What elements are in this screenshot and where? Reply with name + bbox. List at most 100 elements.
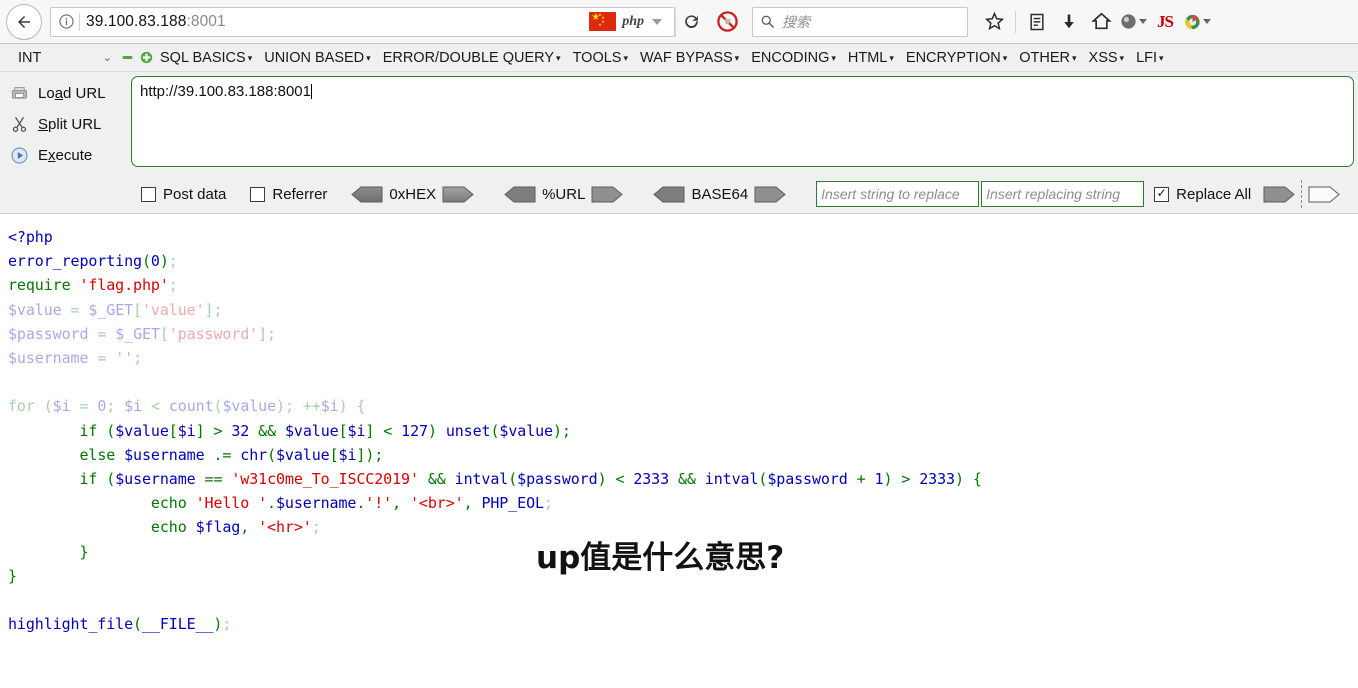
- extension-icon[interactable]: [1183, 7, 1211, 37]
- referrer-label: Referrer: [272, 185, 328, 203]
- url-bar[interactable]: 39.100.83.188:8001 ★ ★ ★ ★ ★ php: [50, 6, 675, 37]
- noscript-button[interactable]: [710, 10, 744, 33]
- encoder-label-url: %URL: [542, 185, 586, 203]
- menu-label: TOOLS: [572, 49, 622, 66]
- menu-lfi[interactable]: LFI ▾: [1130, 50, 1169, 66]
- encoder-group-url: %URL: [504, 185, 624, 203]
- home-icon[interactable]: [1087, 7, 1115, 37]
- menu-label: UNION BASED: [264, 49, 365, 66]
- toolbar-divider: [1301, 180, 1303, 208]
- menu-sql-basics[interactable]: SQL BASICS ▾: [154, 50, 258, 66]
- search-input[interactable]: 搜索: [782, 12, 810, 32]
- china-flag-icon: ★ ★ ★ ★ ★: [589, 12, 617, 31]
- hackbar-panel: Load URL Split URL Execute http://39.100…: [0, 72, 1358, 214]
- reload-icon: [684, 15, 698, 28]
- split-url-label: Split URL: [38, 116, 102, 133]
- menu-label: OTHER: [1019, 49, 1070, 66]
- search-box[interactable]: 搜索: [752, 6, 968, 37]
- execute-button[interactable]: Execute: [0, 140, 131, 171]
- bookmark-star-icon[interactable]: [980, 7, 1008, 37]
- replace-all-checkbox[interactable]: ✓: [1154, 186, 1170, 202]
- back-arrow-icon: [18, 15, 30, 28]
- chevron-down-icon[interactable]: [652, 18, 662, 25]
- replace-from-placeholder: Insert string to replace: [821, 186, 960, 202]
- back-button[interactable]: [6, 3, 42, 40]
- split-url-button[interactable]: Split URL: [0, 109, 131, 140]
- browser-toolbar: 39.100.83.188:8001 ★ ★ ★ ★ ★ php 搜索 JS: [0, 0, 1358, 44]
- replace-apply-button[interactable]: [1263, 186, 1295, 203]
- replace-all-group: ✓ Replace All: [1154, 180, 1340, 208]
- encoder-label-hex: 0xHEX: [389, 185, 437, 203]
- account-icon[interactable]: [1119, 7, 1147, 37]
- chevron-down-icon: ▾: [623, 53, 628, 63]
- menu-label: ENCODING: [751, 49, 830, 66]
- checkmark-icon: ✓: [1156, 186, 1167, 200]
- menu-label: SQL BASICS: [160, 49, 246, 66]
- menu-label: WAF BYPASS: [640, 49, 733, 66]
- chevron-down-icon: ⌄: [102, 52, 112, 64]
- replace-from-input[interactable]: Insert string to replace: [816, 181, 980, 207]
- add-tab-button[interactable]: [138, 51, 154, 64]
- chevron-down-icon: ▾: [366, 53, 371, 63]
- chevron-down-icon: ▾: [889, 53, 894, 63]
- post-data-checkbox[interactable]: [141, 186, 156, 202]
- search-icon: [761, 15, 774, 28]
- base64-encode-button[interactable]: [754, 186, 786, 203]
- javascript-toggle-icon[interactable]: JS: [1151, 7, 1179, 37]
- library-icon[interactable]: [1023, 7, 1051, 37]
- url-divider: [79, 12, 80, 31]
- menu-tools[interactable]: TOOLS ▾: [567, 50, 634, 66]
- type-select-value: INT: [18, 49, 42, 66]
- chevron-down-icon: ▾: [1002, 53, 1008, 63]
- hex-encode-button[interactable]: [442, 186, 474, 203]
- menu-xss[interactable]: XSS ▾: [1083, 50, 1131, 66]
- referrer-checkbox[interactable]: [250, 186, 266, 202]
- hackbar-action-list: Load URL Split URL Execute: [0, 76, 131, 171]
- chevron-down-icon: ▾: [1072, 53, 1077, 63]
- replace-all-label: Replace All: [1176, 185, 1252, 203]
- menu-label: HTML: [847, 49, 888, 66]
- chevron-down-icon: ▾: [556, 53, 561, 63]
- url-encode-button[interactable]: [591, 186, 624, 203]
- execute-icon: [0, 146, 38, 165]
- menu-encoding[interactable]: ENCODING ▾: [745, 50, 842, 66]
- hex-decode-button[interactable]: [351, 186, 383, 203]
- load-url-button[interactable]: Load URL: [0, 78, 131, 109]
- url-port: :8001: [186, 12, 226, 30]
- url-decode-button[interactable]: [504, 186, 536, 203]
- hackbar-options-row: Post data Referrer 0xHEX %URL BASE64 Ins…: [0, 179, 1358, 209]
- downloads-icon[interactable]: [1055, 7, 1083, 37]
- reload-button[interactable]: [675, 6, 706, 37]
- remove-tab-button[interactable]: [119, 51, 135, 64]
- split-url-icon: [0, 115, 38, 134]
- menu-label: ERROR/DOUBLE QUERY: [382, 49, 555, 66]
- load-url-label: Load URL: [38, 85, 106, 102]
- type-select[interactable]: INT ⌄: [6, 47, 116, 68]
- replace-to-input[interactable]: Insert replacing string: [981, 181, 1145, 207]
- menu-label: XSS: [1088, 49, 1118, 66]
- chevron-down-icon: ▾: [1119, 53, 1125, 63]
- chevron-down-icon[interactable]: [1203, 19, 1211, 24]
- menu-error-double-query[interactable]: ERROR/DOUBLE QUERY ▾: [377, 50, 567, 66]
- menu-label: LFI: [1136, 49, 1158, 66]
- chevron-down-icon[interactable]: [1139, 19, 1147, 24]
- url-textarea[interactable]: http://39.100.83.188:8001: [131, 76, 1354, 167]
- info-icon[interactable]: [55, 13, 77, 30]
- replace-extra-button[interactable]: [1308, 186, 1340, 203]
- menu-union-based[interactable]: UNION BASED ▾: [258, 50, 376, 66]
- menu-html[interactable]: HTML ▾: [842, 50, 900, 66]
- replace-to-placeholder: Insert replacing string: [986, 186, 1121, 202]
- chevron-down-icon: ▾: [734, 53, 740, 63]
- encoder-label-base64: BASE64: [691, 185, 749, 203]
- menu-label: ENCRYPTION: [905, 49, 1001, 66]
- chevron-down-icon: ▾: [831, 53, 836, 63]
- menu-other[interactable]: OTHER ▾: [1013, 50, 1082, 66]
- post-data-label: Post data: [163, 185, 227, 203]
- menu-waf-bypass[interactable]: WAF BYPASS ▾: [634, 50, 745, 66]
- chrome-icon-group: JS: [980, 7, 1211, 37]
- menu-encryption[interactable]: ENCRYPTION ▾: [900, 50, 1013, 66]
- page-content: <?php error_reporting(0); require 'flag.…: [0, 214, 1358, 687]
- load-url-icon: [0, 84, 38, 103]
- chevron-down-icon: ▾: [247, 53, 253, 63]
- base64-decode-button[interactable]: [653, 186, 685, 203]
